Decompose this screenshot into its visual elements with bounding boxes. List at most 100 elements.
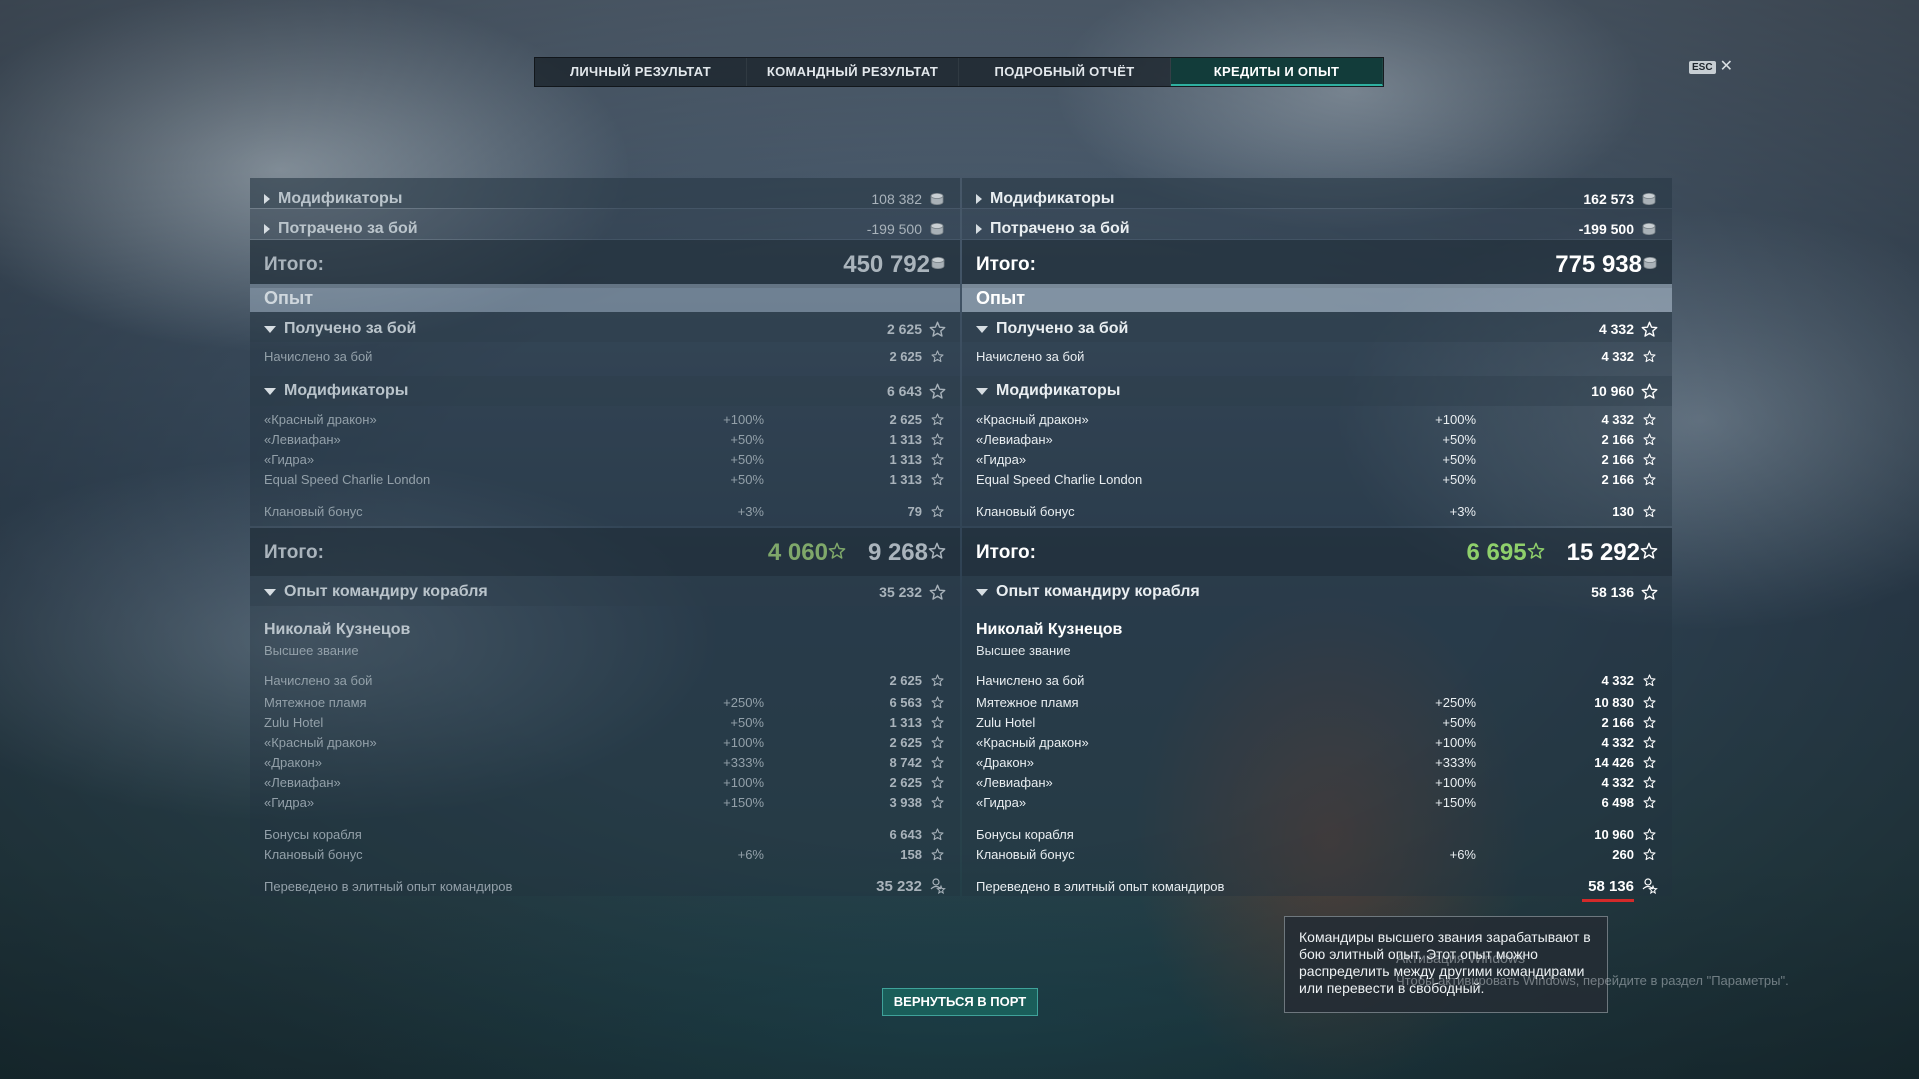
bonus-value: 8 742 bbox=[889, 754, 922, 770]
tab-team-result[interactable]: КОМАНДНЫЙ РЕЗУЛЬТАТ bbox=[747, 58, 959, 86]
bonus-pct: +100% bbox=[723, 774, 764, 790]
commander-accrued-value: 2 625 bbox=[889, 672, 922, 688]
xp-earned-value: 4 332 bbox=[1598, 321, 1634, 337]
bonus-value: 14 426 bbox=[1594, 754, 1634, 770]
star-icon bbox=[1640, 321, 1658, 338]
star-icon bbox=[1527, 542, 1545, 565]
star-icon bbox=[1640, 756, 1658, 769]
clan-bonus-pct: +6% bbox=[1449, 846, 1476, 862]
clan-bonus-value: 158 bbox=[900, 846, 922, 862]
clan-bonus-value: 130 bbox=[1612, 503, 1634, 519]
commander-xp-label: Опыт командиру корабля bbox=[284, 583, 488, 600]
commander-rank: Высшее звание bbox=[264, 643, 359, 658]
xp-modifier-row: «Гидра» +50% 1 313 bbox=[264, 449, 946, 469]
collapse-icon bbox=[264, 325, 276, 333]
bonus-pct: +333% bbox=[723, 754, 764, 770]
expand-icon bbox=[264, 224, 270, 234]
xp-modifiers-row[interactable]: Модификаторы 6 643 bbox=[264, 381, 946, 401]
expand-icon bbox=[264, 194, 270, 204]
credits-spent-row[interactable]: Потрачено за бой -199 500 bbox=[264, 219, 946, 239]
modifier-pct: +50% bbox=[730, 471, 764, 487]
star-icon bbox=[928, 674, 946, 687]
close-button[interactable]: ESC ✕ bbox=[1689, 59, 1733, 75]
elite-commander-xp-icon bbox=[928, 877, 946, 895]
bonus-value: 6 498 bbox=[1601, 794, 1634, 810]
xp-modifier-row: «Красный дракон» +100% 4 332 bbox=[976, 409, 1658, 429]
commander-bonus-row: «Левиафан» +100% 4 332 bbox=[976, 772, 1658, 792]
bonus-pct: +150% bbox=[723, 794, 764, 810]
star-icon bbox=[928, 796, 946, 809]
star-icon bbox=[928, 542, 946, 565]
clan-bonus-label: Клановый бонус bbox=[264, 503, 363, 519]
elite-xp-row[interactable]: Переведено в элитный опыт командиров 58 … bbox=[976, 876, 1658, 896]
xp-header-bg bbox=[962, 284, 1672, 312]
xp-total-row: Итого: 4 060 9 268 bbox=[264, 538, 946, 568]
modifier-label: «Красный дракон» bbox=[264, 411, 377, 427]
commander-accrued-label: Начислено за бой bbox=[976, 672, 1085, 688]
credits-spent-row[interactable]: Потрачено за бой -199 500 bbox=[976, 219, 1658, 239]
commander-accrued-label: Начислено за бой bbox=[264, 672, 373, 688]
xp-accrued-row: Начислено за бой 4 332 bbox=[976, 346, 1658, 366]
silver-coin-icon bbox=[1640, 191, 1658, 207]
commander-bonus-row: «Дракон» +333% 14 426 bbox=[976, 752, 1658, 772]
bonus-value: 4 332 bbox=[1601, 734, 1634, 750]
xp-modifiers-label: Модификаторы bbox=[996, 382, 1121, 399]
star-icon bbox=[1640, 383, 1658, 400]
modifier-pct: +100% bbox=[1435, 411, 1476, 427]
return-to-port-button[interactable]: ВЕРНУТЬСЯ В ПОРТ bbox=[882, 988, 1038, 1016]
star-icon bbox=[1640, 848, 1658, 861]
modifier-label: Equal Speed Charlie London bbox=[976, 471, 1143, 487]
bonus-pct: +100% bbox=[723, 734, 764, 750]
modifier-label: «Красный дракон» bbox=[976, 411, 1089, 427]
silver-coin-icon bbox=[928, 221, 946, 237]
bonus-label: «Левиафан» bbox=[264, 774, 341, 790]
clan-bonus-label: Клановый бонус bbox=[976, 846, 1075, 862]
credits-spent-label: Потрачено за бой bbox=[278, 220, 418, 237]
elite-xp-label: Переведено в элитный опыт командиров bbox=[976, 878, 1225, 894]
modifier-value: 2 625 bbox=[889, 411, 922, 427]
xp-modifiers-label: Модификаторы bbox=[284, 382, 409, 399]
modifier-pct: +50% bbox=[730, 451, 764, 467]
bonus-label: Мятежное пламя bbox=[976, 694, 1079, 710]
bonus-value: 6 563 bbox=[889, 694, 922, 710]
clan-bonus-value: 79 bbox=[907, 503, 922, 519]
xp-total-premium-value: 6 695 bbox=[1466, 539, 1527, 566]
elite-xp-value: 35 232 bbox=[876, 877, 922, 895]
result-tabs: ЛИЧНЫЙ РЕЗУЛЬТАТ КОМАНДНЫЙ РЕЗУЛЬТАТ ПОД… bbox=[534, 57, 1384, 87]
credits-total-label: Итого: bbox=[264, 254, 324, 275]
commander-xp-value: 35 232 bbox=[879, 584, 922, 600]
star-icon bbox=[928, 776, 946, 789]
commander-bonus-row: Zulu Hotel +50% 2 166 bbox=[976, 712, 1658, 732]
star-icon bbox=[928, 756, 946, 769]
ship-bonus-row: Бонусы корабля 6 643 bbox=[264, 824, 946, 844]
tab-detailed-report[interactable]: ПОДРОБНЫЙ ОТЧЁТ bbox=[959, 58, 1171, 86]
star-icon bbox=[928, 383, 946, 400]
bonus-pct: +250% bbox=[723, 694, 764, 710]
bonus-label: «Красный дракон» bbox=[976, 734, 1089, 750]
xp-modifier-row: «Левиафан» +50% 2 166 bbox=[976, 429, 1658, 449]
xp-earned-row[interactable]: Получено за бой 4 332 bbox=[976, 319, 1658, 339]
xp-earned-label: Получено за бой bbox=[996, 320, 1129, 337]
expand-icon bbox=[976, 194, 982, 204]
credits-modifiers-row[interactable]: Модификаторы 108 382 bbox=[264, 189, 946, 209]
xp-earned-value: 2 625 bbox=[886, 321, 922, 337]
commander-xp-row[interactable]: Опыт командиру корабля 58 136 bbox=[976, 582, 1658, 602]
commander-bonus-row: «Гидра» +150% 3 938 bbox=[264, 792, 946, 812]
xp-modifier-row: «Красный дракон» +100% 2 625 bbox=[264, 409, 946, 429]
commander-xp-row[interactable]: Опыт командиру корабля 35 232 bbox=[264, 582, 946, 602]
commander-name: Николай Кузнецов bbox=[264, 621, 411, 638]
xp-earned-row[interactable]: Получено за бой 2 625 bbox=[264, 319, 946, 339]
xp-accrued-value: 2 625 bbox=[889, 348, 922, 364]
modifier-value: 2 166 bbox=[1601, 471, 1634, 487]
tab-credits-xp[interactable]: КРЕДИТЫ И ОПЫТ bbox=[1171, 58, 1383, 86]
tab-personal-result[interactable]: ЛИЧНЫЙ РЕЗУЛЬТАТ bbox=[535, 58, 747, 86]
star-icon bbox=[928, 584, 946, 601]
xp-modifiers-row[interactable]: Модификаторы 10 960 bbox=[976, 381, 1658, 401]
star-icon bbox=[928, 321, 946, 338]
credits-modifiers-row[interactable]: Модификаторы 162 573 bbox=[976, 189, 1658, 209]
xp-section-title: Опыт bbox=[976, 288, 1026, 308]
xp-clan-bonus-row: Клановый бонус +3% 79 bbox=[264, 501, 946, 521]
collapse-icon bbox=[264, 387, 276, 395]
credits-total-value: 775 938 bbox=[1555, 251, 1642, 278]
xp-total-value: 9 268 bbox=[867, 539, 928, 566]
